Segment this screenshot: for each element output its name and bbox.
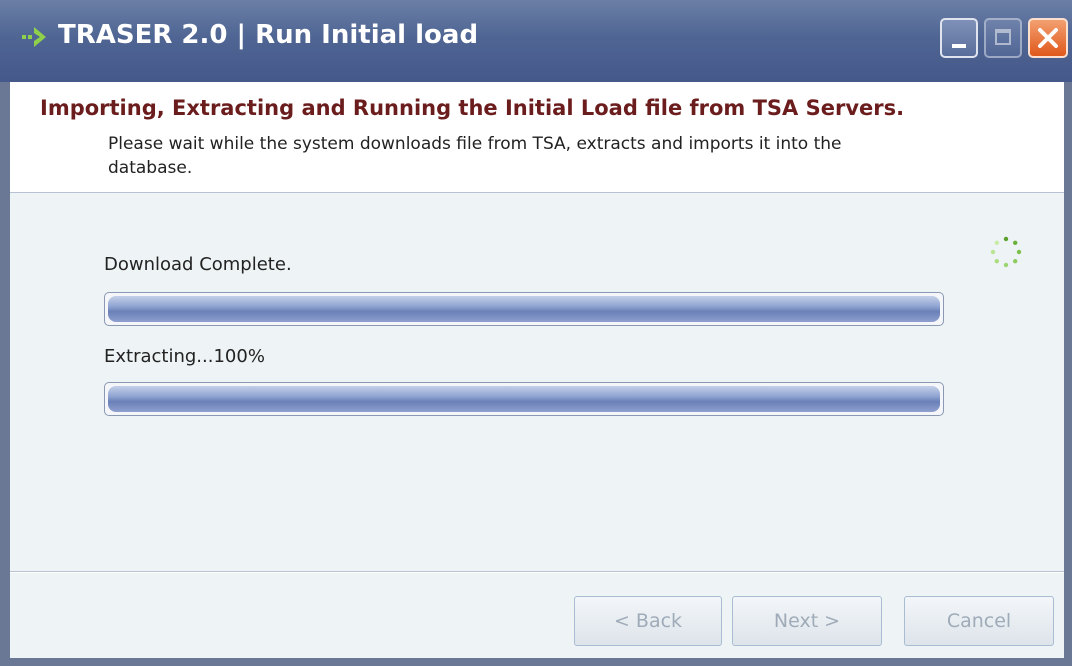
- page-subtitle: Please wait while the system downloads f…: [108, 134, 842, 178]
- next-button[interactable]: Next >: [732, 596, 882, 646]
- minimize-button[interactable]: [940, 18, 978, 58]
- page-title: Importing, Extracting and Running the In…: [40, 96, 905, 120]
- close-button[interactable]: [1028, 18, 1068, 58]
- window-title: TRASER 2.0 | Run Initial load: [58, 20, 479, 50]
- back-button[interactable]: < Back: [574, 596, 722, 646]
- loading-spinner-icon: [990, 236, 1022, 268]
- close-icon: [1038, 28, 1058, 48]
- extract-status-label: Extracting...100%: [104, 346, 265, 367]
- cancel-button[interactable]: Cancel: [904, 596, 1054, 646]
- download-status-label: Download Complete.: [104, 254, 292, 275]
- minimize-icon: [952, 44, 966, 48]
- title-bar[interactable]: TRASER 2.0 | Run Initial load: [0, 0, 1072, 82]
- extract-progress-bar: [104, 382, 944, 416]
- wizard-header: Importing, Extracting and Running the In…: [10, 82, 1064, 193]
- download-progress-fill: [108, 296, 940, 322]
- extract-progress-fill: [108, 386, 940, 412]
- download-progress-bar: [104, 292, 944, 326]
- arrow-right-icon: [22, 27, 46, 47]
- wizard-body: Importing, Extracting and Running the In…: [10, 82, 1064, 658]
- maximize-button[interactable]: [984, 18, 1022, 58]
- wizard-window: TRASER 2.0 | Run Initial load Importing,…: [0, 0, 1072, 666]
- maximize-icon: [995, 29, 1011, 45]
- footer-divider-highlight: [10, 572, 1064, 573]
